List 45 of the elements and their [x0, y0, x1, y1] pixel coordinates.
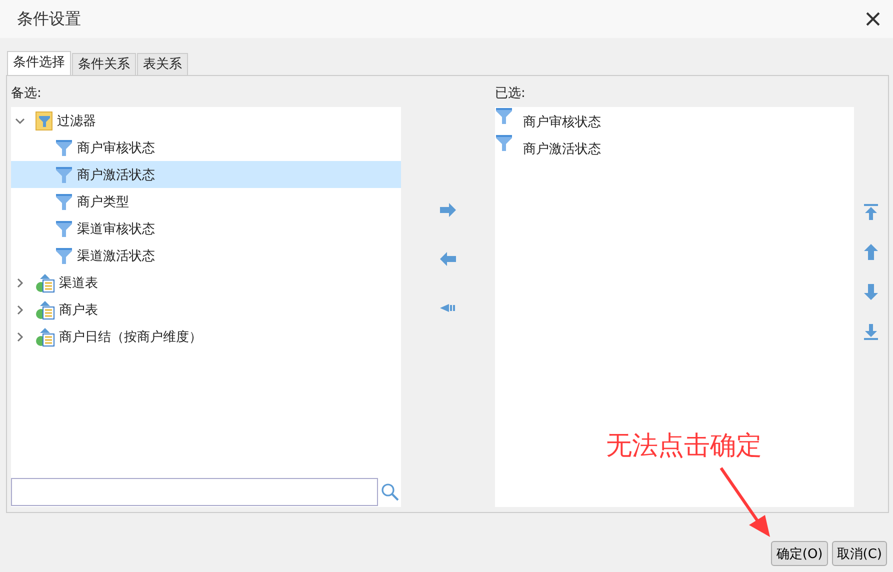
table-icon — [35, 326, 55, 346]
tree-item[interactable]: 渠道激活状态 — [11, 242, 401, 269]
chosen-item[interactable]: 商户审核状态 — [495, 107, 854, 134]
arrow-left-icon[interactable] — [439, 250, 457, 268]
funnel-icon — [55, 166, 73, 184]
arrow-right-icon[interactable] — [439, 201, 457, 219]
funnel-icon — [55, 220, 73, 238]
tree-item[interactable]: 过滤器 — [11, 107, 401, 134]
close-icon[interactable] — [865, 11, 881, 27]
available-label: 备选: — [11, 84, 42, 102]
tree-item[interactable]: 渠道表 — [11, 269, 401, 296]
chosen-label: 已选: — [495, 84, 526, 102]
search-field[interactable] — [11, 478, 378, 506]
search-icon[interactable] — [381, 483, 399, 501]
arrow-down-icon[interactable] — [862, 283, 880, 301]
tree-item[interactable]: 渠道审核状态 — [11, 215, 401, 242]
arrow-up-icon[interactable] — [862, 243, 880, 261]
funnel-icon — [495, 107, 513, 125]
chevron-right-icon[interactable] — [15, 304, 25, 314]
funnel-icon — [55, 138, 73, 156]
tab[interactable]: 条件关系 — [72, 53, 136, 75]
tree-item[interactable]: 商户审核状态 — [11, 134, 401, 161]
dialog-button[interactable]: 确定(O) — [771, 541, 828, 566]
window-title: 条件设置 — [17, 8, 81, 30]
chevron-right-icon[interactable] — [15, 332, 25, 342]
funnel-icon — [55, 246, 73, 264]
tree-item[interactable]: 商户激活状态 — [11, 161, 401, 188]
funnel-icon — [55, 192, 73, 210]
dialog-button[interactable]: 取消(C) — [832, 541, 887, 566]
folder-funnel-icon — [35, 110, 53, 130]
move-bottom-icon[interactable] — [862, 323, 880, 341]
tree-item[interactable]: 商户类型 — [11, 188, 401, 215]
move-top-icon[interactable] — [862, 203, 880, 221]
table-icon — [35, 300, 55, 320]
tab[interactable]: 条件选择 — [7, 51, 71, 75]
annotation-arrow — [720, 467, 770, 537]
funnel-icon — [495, 134, 513, 152]
tab[interactable]: 表关系 — [137, 53, 188, 75]
chosen-item[interactable]: 商户激活状态 — [495, 134, 854, 161]
tree-item[interactable]: 商户表 — [11, 296, 401, 323]
tree-item[interactable]: 商户日结（按商户维度） — [11, 323, 401, 350]
chevron-down-icon[interactable] — [15, 116, 25, 126]
annotation-text: 无法点击确定 — [606, 430, 762, 463]
chevron-right-icon[interactable] — [15, 278, 25, 288]
table-icon — [35, 272, 55, 292]
